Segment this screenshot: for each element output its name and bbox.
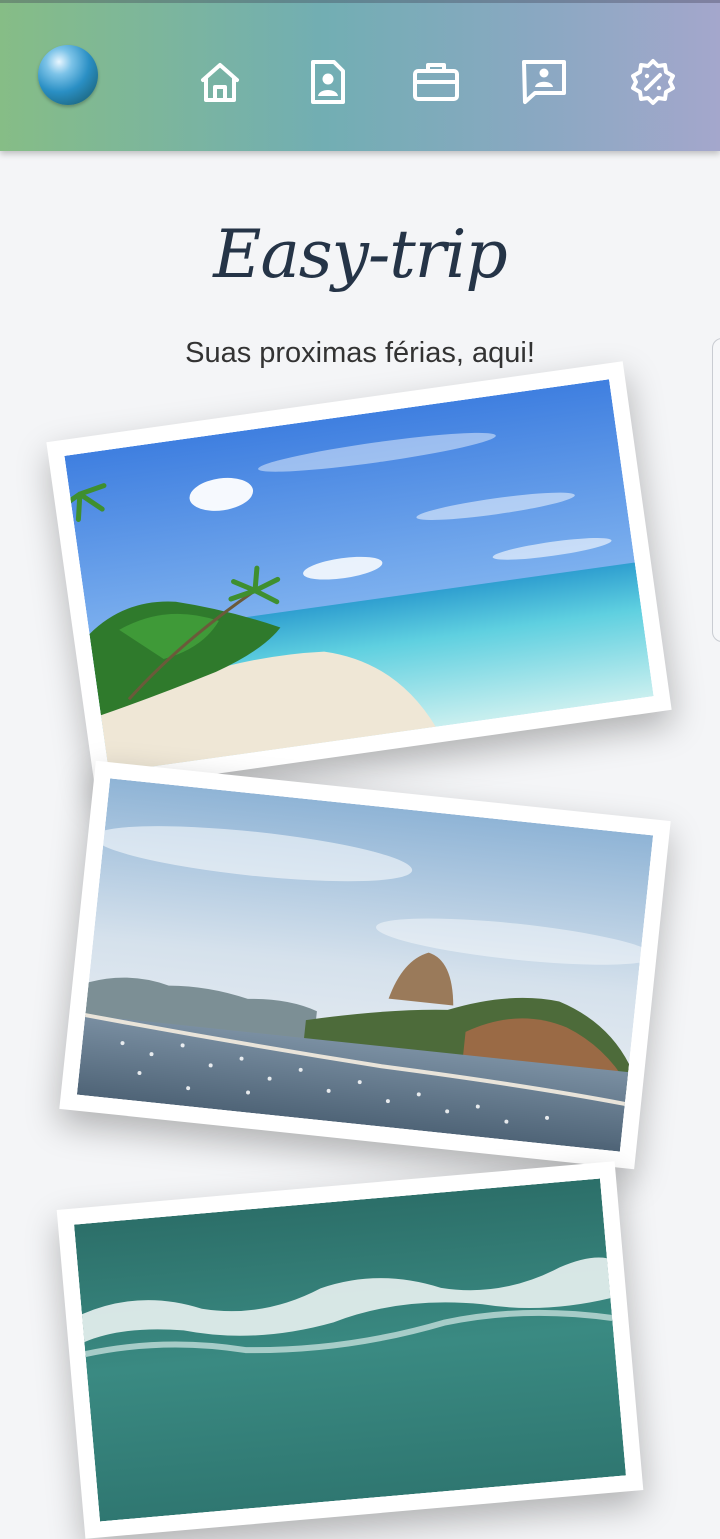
globe-logo-icon[interactable]: [38, 45, 98, 105]
top-navigation-bar: [0, 0, 720, 151]
briefcase-icon[interactable]: [411, 57, 461, 107]
photo-sugarloaf-bay[interactable]: [59, 760, 671, 1170]
app-title: Easy-trip: [213, 216, 507, 294]
side-scroll-handle[interactable]: [712, 338, 720, 642]
photo-tropical-beach[interactable]: [46, 361, 672, 791]
contact-message-icon[interactable]: [519, 57, 569, 107]
photo-ocean-waves-aerial[interactable]: [56, 1161, 644, 1539]
profile-document-icon[interactable]: [303, 57, 353, 107]
home-icon[interactable]: [195, 57, 245, 107]
discount-badge-icon[interactable]: [628, 57, 678, 107]
